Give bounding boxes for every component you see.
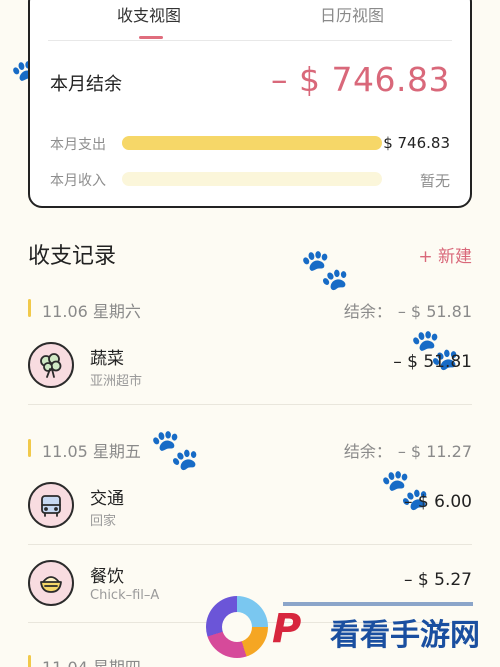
bus-icon (28, 482, 74, 528)
record-amount: – $ 51.81 (393, 352, 472, 372)
record-amount: – $ 6.00 (404, 492, 472, 512)
tab-calendar-view[interactable]: 日历视图 (320, 2, 384, 26)
record-note: 回家 (90, 514, 117, 529)
broccoli-icon (28, 342, 74, 388)
day-balance-label: 结余： (343, 442, 392, 461)
day-balance-value: – $ 11.27 (397, 442, 472, 461)
day-balance: 结余： – $ 51.81 (344, 298, 472, 322)
watermark-p-icon: P (272, 606, 302, 652)
summary-card: 收支视图 日历视图 本月结余 – $ 746.83 本月支出 $ 746.83 … (28, 0, 472, 208)
income-progress-bar (122, 172, 382, 186)
record-entry[interactable]: 蔬菜 亚洲超市 – $ 51.81 (28, 336, 472, 396)
day-date: 11.06 星期六 (42, 302, 141, 321)
day-balance-label: 结余： (343, 302, 392, 321)
monthly-income-label: 本月收入 (50, 173, 106, 189)
monthly-expense-label: 本月支出 (50, 137, 106, 153)
record-category: 交通 (90, 489, 124, 509)
expense-progress-fill (122, 136, 382, 150)
day-marker (28, 655, 31, 667)
day-date: 11.05 星期五 (42, 442, 141, 461)
record-note: Chick–fil–A (90, 588, 160, 603)
paw-decoration: 🐾 (300, 247, 350, 293)
day-header: 11.05 星期五 结余： – $ 11.27 (28, 436, 472, 462)
watermark-text: 看看手游网 (330, 618, 480, 653)
monthly-expense-value: $ 746.83 (383, 134, 450, 152)
record-category: 蔬菜 (90, 349, 124, 369)
records-title: 收支记录 (28, 244, 117, 269)
day-balance-value: – $ 51.81 (397, 302, 472, 321)
new-record-button[interactable]: + 新建 (418, 242, 472, 267)
day-marker (28, 299, 31, 317)
monthly-balance-value: – $ 746.83 (271, 60, 450, 99)
view-tabs: 收支视图 日历视图 (30, 2, 470, 39)
watermark-decoration (283, 602, 473, 606)
watermark-logo-icon (206, 596, 268, 658)
day-balance: 结余： – $ 11.27 (344, 438, 472, 462)
monthly-income-value: 暂无 (419, 172, 450, 190)
record-category: 餐饮 (90, 567, 124, 587)
expense-progress-bar (122, 136, 382, 150)
active-tab-indicator (139, 36, 163, 39)
day-header: 11.06 星期六 结余： – $ 51.81 (28, 296, 472, 322)
tab-income-expense-view[interactable]: 收支视图 (117, 2, 181, 26)
monthly-balance-label: 本月结余 (50, 74, 122, 95)
tab-divider (48, 40, 452, 41)
record-note: 亚洲超市 (90, 374, 143, 389)
record-divider (28, 404, 472, 405)
record-amount: – $ 5.27 (404, 570, 472, 590)
day-marker (28, 439, 31, 457)
record-entry[interactable]: 交通 回家 – $ 6.00 (28, 476, 472, 536)
day-date: 11.04 星期四 (42, 654, 141, 667)
rice-bowl-icon (28, 560, 74, 606)
record-divider (28, 544, 472, 545)
